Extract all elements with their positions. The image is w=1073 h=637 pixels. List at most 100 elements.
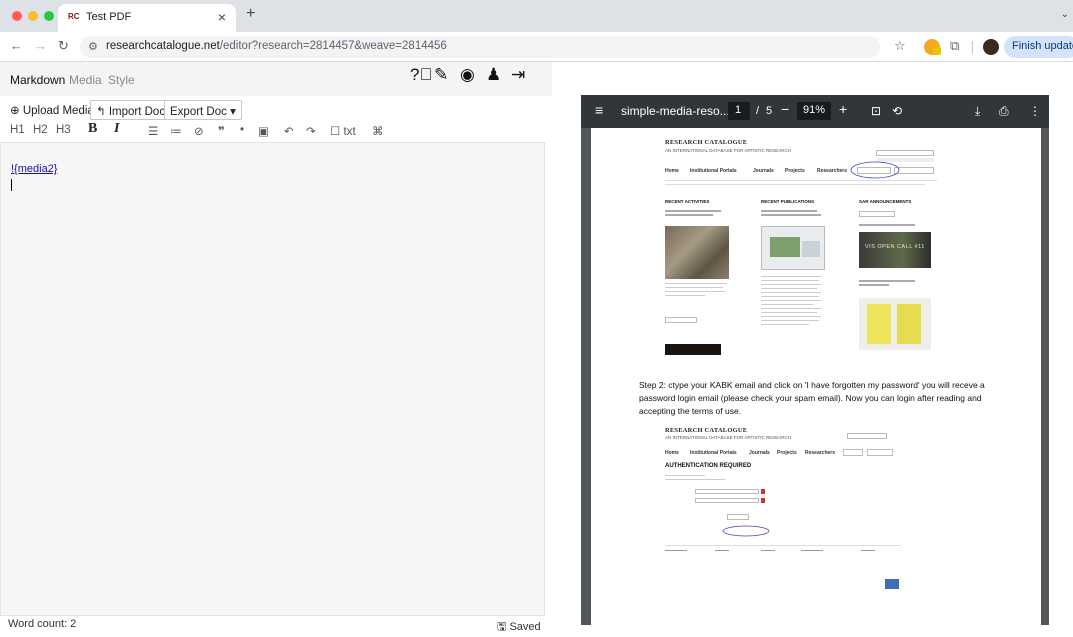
nav-portals: Institutional Portals	[690, 168, 737, 174]
back-arrow-icon[interactable]: ←	[10, 38, 23, 53]
user-icon[interactable]: ♟	[486, 65, 501, 85]
browser-toolbar: ← → ↻ ⚙ researchcatalogue.net/editor?res…	[0, 32, 1073, 62]
auth-nav-projects: Projects	[777, 450, 797, 456]
ordered-list-icon[interactable]: ≔	[170, 124, 182, 138]
page-number-input[interactable]: 1	[728, 102, 750, 120]
publication-text-3	[761, 284, 821, 285]
zoom-in-icon[interactable]: +	[839, 101, 847, 117]
import-icon: ↰	[96, 106, 106, 118]
announcement-button-image	[859, 211, 895, 217]
word-count: Word count: 2	[8, 618, 77, 630]
pencil-icon[interactable]: ✎	[434, 65, 448, 85]
upload-media-button[interactable]: ⊕ Upload Media	[8, 100, 99, 120]
hand-drawn-circle-2	[722, 525, 770, 537]
auth-email-required	[761, 489, 765, 494]
activity-text-4	[665, 295, 705, 296]
auth-text-2	[665, 479, 725, 480]
section-recent-publications: RECENT PUBLICATIONS	[761, 199, 815, 204]
auth-nav-home: Home	[665, 450, 679, 456]
site-info-icon[interactable]: ⚙	[88, 40, 98, 53]
activity-text-3	[665, 291, 725, 292]
footer-col-2	[715, 550, 729, 551]
image-icon[interactable]: ▣	[258, 124, 269, 138]
publication-title-line-2	[761, 214, 821, 216]
browser-tab[interactable]: RC Test PDF ×	[58, 4, 236, 32]
h1-button[interactable]: H1	[10, 124, 25, 136]
download-icon[interactable]: ⤓	[975, 104, 980, 119]
bold-button[interactable]: B	[88, 121, 97, 137]
fit-page-icon[interactable]: ⊡	[871, 104, 881, 118]
print-icon[interactable]: ⎙	[999, 104, 1009, 119]
markdown-textarea[interactable]: !{media2}	[0, 142, 545, 616]
export-doc-button[interactable]: Export Doc ▾	[164, 100, 242, 120]
announcement-title-line	[859, 224, 915, 226]
link-icon[interactable]: ⊘	[194, 124, 204, 138]
auth-site-subtitle: AN INTERNATIONAL DATABASE FOR ARTISTIC R…	[665, 435, 792, 440]
tab-search-chevron-icon[interactable]: ⌄	[1061, 9, 1069, 20]
zoom-input[interactable]: 91%	[797, 102, 831, 120]
nav-researchers: Researchers	[817, 168, 848, 174]
save-status: 🖫 Saved	[497, 621, 541, 633]
auth-text-1	[665, 475, 705, 476]
search-box	[876, 150, 934, 156]
extensions-puzzle-icon[interactable]: ⧉	[950, 38, 959, 54]
auth-nav-researchers: Researchers	[805, 450, 836, 456]
publication-text-1	[761, 276, 821, 277]
rotate-icon[interactable]: ⟲	[892, 104, 902, 118]
tab-style[interactable]: Style	[108, 73, 135, 87]
pdf-viewer: ≡ simple-media-reso... 1 / 5 − 91% + ⊡ ⟲…	[581, 95, 1049, 625]
bullet-icon[interactable]: •	[240, 124, 244, 136]
import-doc-button[interactable]: ↰ Import Doc	[90, 100, 172, 120]
auth-footer-divider	[665, 545, 901, 546]
more-options-icon[interactable]: ⋮	[1029, 104, 1041, 118]
window-maximize-button[interactable]	[44, 11, 54, 21]
bookmark-star-icon[interactable]: ☆	[894, 38, 906, 54]
new-tab-icon[interactable]: +	[246, 5, 255, 23]
forward-arrow-icon[interactable]: →	[34, 38, 47, 53]
vis-open-call-banner: VIS OPEN CALL #11	[859, 232, 931, 268]
h3-button[interactable]: H3	[56, 124, 71, 136]
pdf-filename: simple-media-reso...	[621, 104, 730, 118]
publication-text-4	[761, 288, 817, 289]
window-close-button[interactable]	[12, 11, 22, 21]
pdf-toolbar: ≡ simple-media-reso... 1 / 5 − 91% + ⊡ ⟲…	[581, 95, 1049, 128]
footer-logo	[885, 579, 899, 589]
address-bar[interactable]: ⚙ researchcatalogue.net/editor?research=…	[80, 36, 880, 58]
publication-text-5	[761, 292, 821, 293]
txt-checkbox[interactable]: ☐ txt	[330, 124, 356, 138]
auth-nav-portals: Institutional Portals	[690, 450, 737, 456]
auth-password-field	[695, 498, 759, 503]
announcement-title-line-3	[859, 284, 889, 286]
fullscreen-icon[interactable]: ⌘	[372, 124, 384, 138]
auth-login-image	[843, 449, 863, 456]
activity-title-line	[665, 210, 721, 212]
activity-text-1	[665, 283, 727, 284]
reload-icon[interactable]: ↻	[58, 38, 69, 54]
auth-nav-journals: Journals	[749, 450, 770, 456]
zoom-out-icon[interactable]: −	[781, 101, 789, 117]
h2-button[interactable]: H2	[33, 124, 48, 136]
italic-button[interactable]: I	[114, 121, 119, 137]
activity-thumbnail-2	[665, 344, 721, 355]
editor-pane: Markdown Media Style ?⃝ ✎ ◉ ♟ ⇥ ⊕ Upload…	[0, 62, 552, 633]
description-line-2	[665, 184, 925, 185]
text-caret	[11, 179, 12, 191]
tab-markdown[interactable]: Markdown	[10, 73, 65, 87]
undo-icon[interactable]: ↶	[284, 124, 294, 138]
window-minimize-button[interactable]	[28, 11, 38, 21]
unordered-list-icon[interactable]: ☰	[148, 124, 158, 138]
footer-col-3	[761, 550, 775, 551]
logout-icon[interactable]: ⇥	[511, 65, 525, 85]
disk-icon: 🖫	[497, 621, 507, 633]
publication-text-2	[761, 280, 819, 281]
tab-media[interactable]: Media	[69, 73, 102, 87]
redo-icon[interactable]: ↷	[306, 124, 316, 138]
finish-update-button[interactable]: Finish update	[1004, 36, 1073, 58]
menu-icon[interactable]: ≡	[595, 102, 603, 118]
eye-icon[interactable]: ◉	[460, 65, 475, 85]
tab-close-icon[interactable]: ×	[218, 9, 226, 25]
profile-avatar[interactable]	[983, 39, 999, 55]
page-total: 5	[766, 105, 773, 117]
quote-icon[interactable]: ❞	[218, 124, 225, 138]
help-icon[interactable]: ?⃝	[410, 65, 432, 85]
